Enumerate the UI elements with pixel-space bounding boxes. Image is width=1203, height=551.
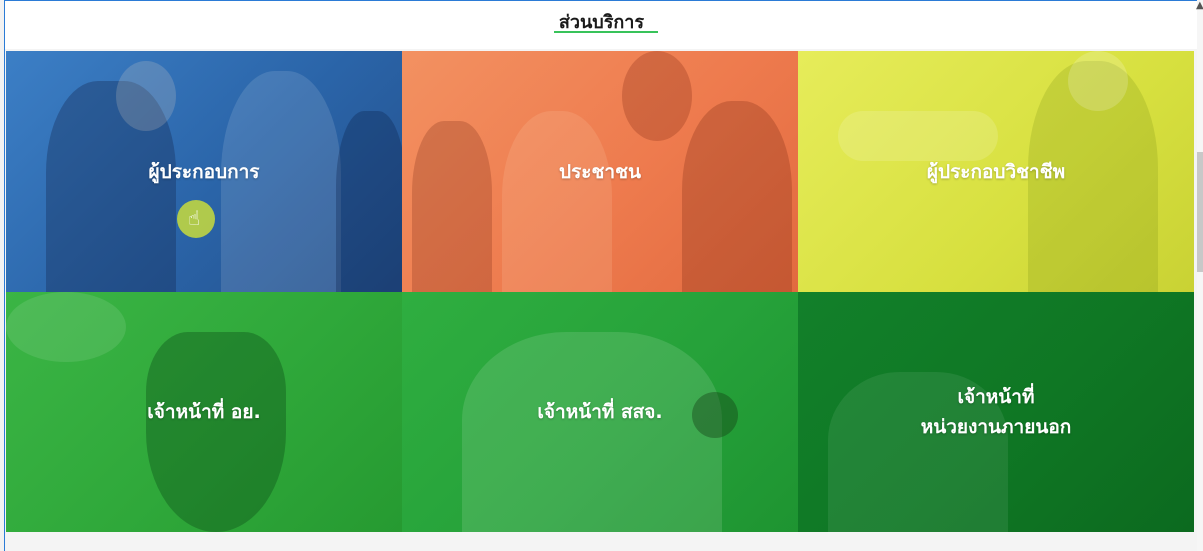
tile-fda-staff[interactable]: เจ้าหน้าที่ อย.	[6, 292, 402, 532]
tile-provincial-staff[interactable]: เจ้าหน้าที่ สสจ.	[402, 292, 798, 532]
flask-shape	[146, 332, 286, 532]
tile-label: ผู้ประกอบการ	[148, 160, 260, 183]
title-underline	[554, 31, 658, 33]
tile-label: ประชาชน	[559, 160, 641, 183]
tile-label: เจ้าหน้าที่ สสจ.	[537, 401, 663, 423]
hand-shape	[6, 292, 126, 362]
person-silhouette	[336, 111, 402, 292]
tile-label: เจ้าหน้าที่ อย.	[147, 401, 261, 423]
person-silhouette	[502, 111, 612, 292]
person-head	[1068, 51, 1128, 111]
scrollbar-thumb[interactable]	[1197, 152, 1203, 272]
vertical-scrollbar[interactable]	[1197, 0, 1203, 551]
person-silhouette	[412, 121, 492, 292]
tile-professional[interactable]: ผู้ประกอบวิชาชีพ	[798, 51, 1194, 292]
tile-external-staff[interactable]: เจ้าหน้าที่ หน่วยงานภายนอก	[798, 292, 1194, 532]
tile-entrepreneur[interactable]: ผู้ประกอบการ	[6, 51, 402, 292]
tile-public[interactable]: ประชาชน	[402, 51, 798, 292]
scroll-up-arrow-icon[interactable]: ▲	[1196, 0, 1203, 11]
hand-pointer-icon: ☝	[188, 206, 201, 230]
person-silhouette	[622, 51, 692, 141]
section-header: ส่วนบริการ	[5, 1, 1198, 49]
person-head	[116, 61, 176, 131]
background-object	[838, 111, 998, 161]
person-silhouette	[682, 101, 792, 292]
lab-coat-shape	[462, 332, 722, 532]
tile-label: ผู้ประกอบวิชาชีพ	[926, 160, 1066, 183]
tile-label: เจ้าหน้าที่ หน่วยงานภายนอก	[920, 386, 1072, 438]
